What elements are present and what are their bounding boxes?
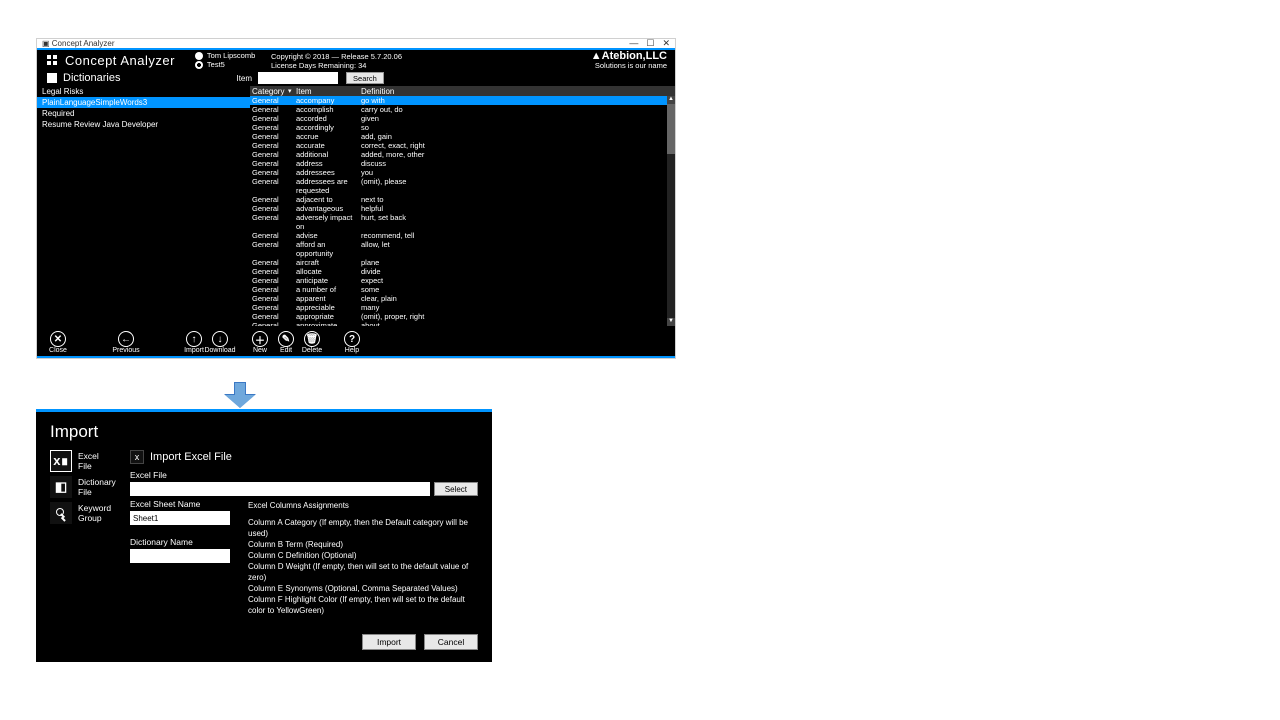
sheet-input[interactable] [130,511,230,525]
dict-name-label: Dictionary Name [130,537,230,547]
scroll-thumb[interactable] [667,104,675,154]
close-button[interactable]: ✕Close [45,331,71,354]
company-block: ▲Atebion,LLC Solutions is our name [591,52,667,70]
table-row[interactable]: Generalappreciablemany [250,303,667,312]
table-row[interactable]: Generaladviserecommend, tell [250,231,667,240]
brand-title: Concept Analyzer [65,53,175,68]
table-row[interactable]: Generalaccordinglyso [250,123,667,132]
terms-table: Category ▾ Item Definition Generalaccomp… [250,86,675,326]
help-button[interactable]: ?Help [339,331,365,354]
tile-keyword[interactable]: KeywordGroup [50,502,130,524]
table-row[interactable]: Generalafford an opportunityallow, let [250,240,667,258]
table-row[interactable]: Generaladditionaladded, more, other [250,150,667,159]
scroll-down-icon[interactable]: ▼ [667,318,675,326]
table-row[interactable]: Generalaircraftplane [250,258,667,267]
window-titlebar: ▣ Concept Analyzer — ☐ ✕ [37,39,675,48]
tile-excel[interactable]: x∎ExcelFile [50,450,130,472]
key-icon [54,506,68,520]
table-header[interactable]: Category ▾ Item Definition [250,86,675,96]
item-label: Item [236,74,252,83]
tile-dictionary[interactable]: ◧DictionaryFile [50,476,130,498]
edit-button[interactable]: ✎Edit [273,331,299,354]
table-row[interactable]: Generaladdressdiscuss [250,159,667,168]
max-button[interactable]: ☐ [646,38,654,49]
sheet-label: Excel Sheet Name [130,499,230,509]
app-header: Concept Analyzer Tom Lipscomb Test5 Copy… [37,50,675,70]
user-icon [195,52,203,60]
dialog-title: Import [50,422,478,442]
excel-file-label: Excel File [130,470,478,480]
list-item[interactable]: PlainLanguageSimpleWords3 [37,97,250,108]
table-row[interactable]: Generalappropriate(omit), proper, right [250,312,667,321]
cube-icon [47,73,57,83]
table-row[interactable]: Generalaccompanygo with [250,96,667,105]
window-title: Concept Analyzer [52,39,115,48]
table-row[interactable]: Generalapproximateabout [250,321,667,326]
table-row[interactable]: Generaladversely impact onhurt, set back [250,213,667,231]
flow-arrow-icon [225,382,255,410]
excel-icon: x [130,450,144,464]
list-item[interactable]: Required [37,108,250,119]
close-button[interactable]: ✕ [662,38,670,49]
import-type-tiles: x∎ExcelFile ◧DictionaryFile KeywordGroup [50,450,130,650]
table-row[interactable]: Generalaccrueadd, gain [250,132,667,141]
scroll-up-icon[interactable]: ▲ [667,96,675,104]
select-button[interactable]: Select [434,482,478,496]
table-row[interactable]: Generalaccomplishcarry out, do [250,105,667,114]
list-item[interactable]: Resume Review Java Developer [37,119,250,130]
search-input[interactable] [258,72,338,84]
dictionary-list[interactable]: Legal RisksPlainLanguageSimpleWords3Requ… [37,86,250,326]
table-row[interactable]: Generaladdresseesyou [250,168,667,177]
excel-file-input[interactable] [130,482,430,496]
sub-header: Dictionaries Item Search [37,70,675,86]
main-window: ▣ Concept Analyzer — ☐ ✕ Concept Analyze… [36,38,676,359]
import-button[interactable]: Import [362,634,416,650]
gear-icon [195,61,203,69]
table-row[interactable]: Generalapparentclear, plain [250,294,667,303]
section-title: Dictionaries [63,72,120,84]
download-button[interactable]: ↓Download [207,331,233,354]
table-row[interactable]: Generaladvantageoushelpful [250,204,667,213]
bottom-toolbar: ✕Close ←Previous ↑Import↓Download ＋New✎Edit… [37,326,675,356]
search-button[interactable]: Search [346,72,384,84]
panel-title: Import Excel File [150,451,232,463]
table-row[interactable]: Generaladdressees are requested(omit), p… [250,177,667,195]
table-row[interactable]: Generalanticipateexpect [250,276,667,285]
table-row[interactable]: Generalallocatedivide [250,267,667,276]
table-row[interactable]: Generala number ofsome [250,285,667,294]
copyright-block: Copyright © 2018 — Release 5.7.20.06 Lic… [271,52,402,70]
table-row[interactable]: Generaladjacent tonext to [250,195,667,204]
delete-button[interactable]: 🗑Delete [299,331,325,354]
scrollbar[interactable]: ▲ ▼ [667,96,675,326]
previous-button[interactable]: ←Previous [113,331,139,354]
table-row[interactable]: Generalaccuratecorrect, exact, right [250,141,667,150]
import-dialog: Import x∎ExcelFile ◧DictionaryFile Keyword… [36,409,492,662]
import-button[interactable]: ↑Import [181,331,207,354]
min-button[interactable]: — [629,38,638,49]
new-button[interactable]: ＋New [247,331,273,354]
dict-name-input[interactable] [130,549,230,563]
brand-icon [45,53,59,67]
user-block: Tom Lipscomb Test5 [195,51,255,69]
cancel-button[interactable]: Cancel [424,634,478,650]
table-row[interactable]: Generalaccordedgiven [250,114,667,123]
list-item[interactable]: Legal Risks [37,86,250,97]
column-assignments: Excel Columns Assignments Column A Categ… [248,496,478,616]
